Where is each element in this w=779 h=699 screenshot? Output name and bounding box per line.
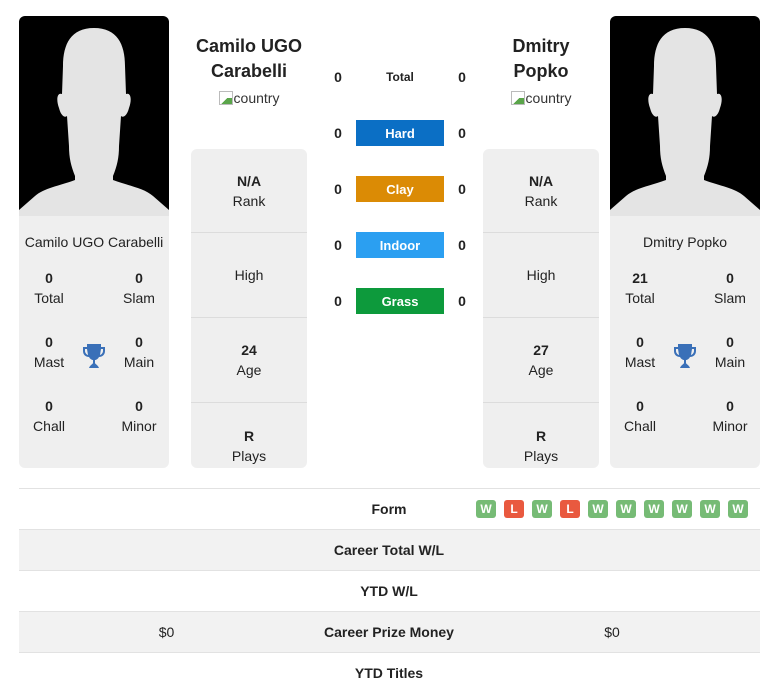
trophy-icon	[83, 344, 105, 368]
player1-mast-titles: 0 Mast	[33, 334, 65, 370]
player1-photo	[19, 16, 169, 216]
form-win-badge[interactable]: W	[588, 500, 608, 518]
ytd-titles-row: YTD Titles	[19, 652, 760, 693]
form-loss-badge[interactable]: L	[560, 500, 580, 518]
player2-main-titles: 0 Main	[714, 334, 746, 370]
p1-grass-h2h: 0	[334, 293, 342, 309]
player2-form: WLWLWWWWWW	[464, 500, 760, 518]
player1-minor-titles: 0 Minor	[121, 398, 157, 434]
broken-image-icon	[218, 91, 233, 105]
player2-prize-money: $0	[604, 624, 620, 640]
player1-name-line2[interactable]: Carabelli	[191, 59, 307, 84]
p2-total-h2h: 0	[458, 69, 466, 85]
ytd-titles-label: YTD Titles	[354, 665, 424, 681]
clay-badge[interactable]: Clay	[356, 176, 444, 202]
player1-plays: R Plays	[231, 427, 267, 464]
h2h-clay-row: 0 Clay 0	[320, 176, 480, 202]
form-win-badge[interactable]: W	[616, 500, 636, 518]
total-label: Total	[386, 70, 414, 84]
player1-age: 24 Age	[191, 318, 307, 403]
player2-name-line1[interactable]: Dmitry	[483, 34, 599, 59]
player2-country-flag: country	[510, 90, 571, 106]
career-wl-row: Career Total W/L	[19, 529, 760, 570]
player2-chall-titles: 0 Chall	[624, 398, 656, 434]
form-win-badge[interactable]: W	[672, 500, 692, 518]
player1-titles-card: Camilo UGO Carabelli 0 Total 0 Slam 0 Mast …	[19, 216, 169, 468]
player1-country-flag: country	[218, 90, 279, 106]
form-win-badge[interactable]: W	[700, 500, 720, 518]
player1-name-line1[interactable]: Camilo UGO	[191, 34, 307, 59]
player2-name[interactable]: Dmitry Popko	[610, 234, 760, 250]
player2-titles-card: Dmitry Popko 21 Total 0 Slam 0 Mast 0 Main 0…	[610, 216, 760, 468]
form-loss-badge[interactable]: L	[504, 500, 524, 518]
p1-indoor-h2h: 0	[334, 237, 342, 253]
player1-info-card: N/A Rank High 24 Age R Plays	[191, 149, 307, 468]
player1-high: High	[191, 233, 307, 318]
form-row: Form WLWLWWWWWW	[19, 488, 760, 529]
player2-mast-titles: 0 Mast	[624, 334, 656, 370]
trophy-icon	[674, 344, 696, 368]
prize-money-label: Career Prize Money	[324, 624, 454, 640]
h2h-indoor-row: 0 Indoor 0	[320, 232, 480, 258]
player2-header: Dmitry Popko country	[483, 34, 599, 110]
player2-total-titles: 21 Total	[625, 270, 655, 306]
p1-clay-h2h: 0	[334, 181, 342, 197]
form-win-badge[interactable]: W	[644, 500, 664, 518]
player1-rank: N/A Rank	[191, 149, 307, 233]
career-wl-label: Career Total W/L	[333, 542, 445, 558]
player1-total-titles: 0 Total	[34, 270, 64, 306]
ytd-wl-row: YTD W/L	[19, 570, 760, 611]
player2-info-card: N/A Rank High 27 Age R Plays	[483, 149, 599, 468]
player1-header: Camilo UGO Carabelli country	[191, 34, 307, 110]
player2-name-line2[interactable]: Popko	[483, 59, 599, 84]
p1-total-h2h: 0	[334, 69, 342, 85]
player1-main-titles: 0 Main	[123, 334, 155, 370]
h2h-hard-row: 0 Hard 0	[320, 120, 480, 146]
h2h-total-row: 0 Total 0	[320, 64, 480, 90]
player2-minor-titles: 0 Minor	[712, 398, 748, 434]
player2-photo	[610, 16, 760, 216]
player2-plays: R Plays	[523, 427, 559, 464]
p2-indoor-h2h: 0	[458, 237, 466, 253]
silhouette-icon	[610, 28, 760, 216]
silhouette-icon	[19, 28, 169, 216]
hard-badge[interactable]: Hard	[356, 120, 444, 146]
player2-age: 27 Age	[483, 318, 599, 403]
ytd-wl-label: YTD W/L	[360, 583, 418, 599]
form-win-badge[interactable]: W	[728, 500, 748, 518]
form-win-badge[interactable]: W	[476, 500, 496, 518]
player2-slam-titles: 0 Slam	[714, 270, 746, 306]
grass-badge[interactable]: Grass	[356, 288, 444, 314]
indoor-badge[interactable]: Indoor	[356, 232, 444, 258]
broken-image-icon	[510, 91, 525, 105]
player2-high: High	[483, 233, 599, 318]
p1-hard-h2h: 0	[334, 125, 342, 141]
prize-money-row: $0 Career Prize Money $0	[19, 611, 760, 652]
comparison-table: Form WLWLWWWWWW Career Total W/L YTD W/L…	[19, 488, 760, 693]
player1-name[interactable]: Camilo UGO Carabelli	[19, 234, 169, 250]
h2h-grass-row: 0 Grass 0	[320, 288, 480, 314]
p2-clay-h2h: 0	[458, 181, 466, 197]
player2-rank: N/A Rank	[483, 149, 599, 233]
player1-prize-money: $0	[158, 624, 175, 640]
form-win-badge[interactable]: W	[532, 500, 552, 518]
p2-grass-h2h: 0	[458, 293, 466, 309]
player1-chall-titles: 0 Chall	[33, 398, 65, 434]
p2-hard-h2h: 0	[458, 125, 466, 141]
player1-slam-titles: 0 Slam	[123, 270, 155, 306]
form-label: Form	[371, 501, 407, 517]
